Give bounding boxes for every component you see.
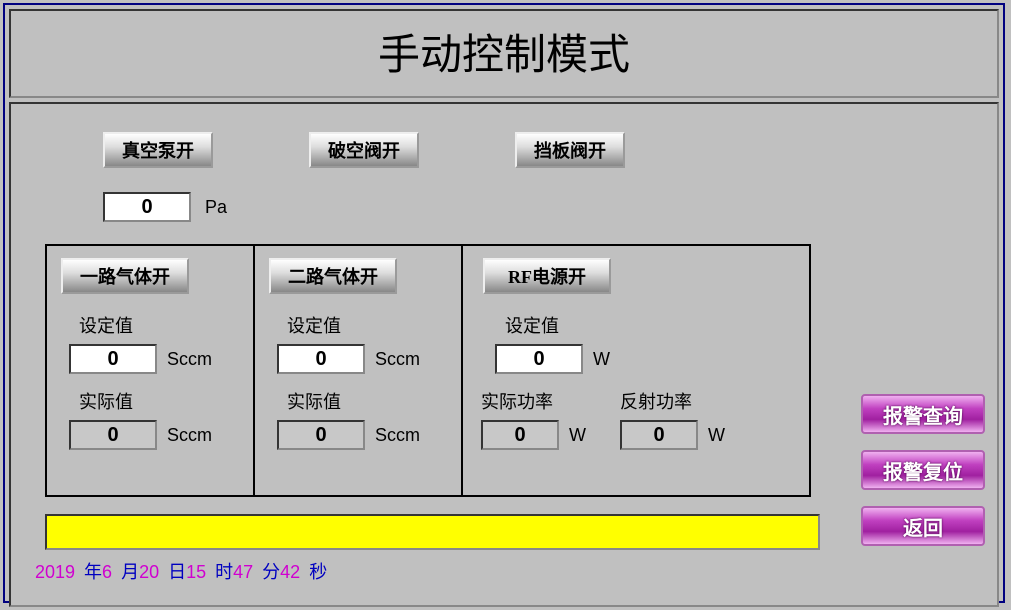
pressure-unit: Pa: [205, 197, 227, 218]
gas2-box: 二路气体开 设定值 0 Sccm 实际值 0 Sccm: [253, 244, 461, 497]
alarm-reset-button[interactable]: 报警复位: [861, 450, 985, 490]
control-boxes: 一路气体开 设定值 0 Sccm 实际值 0 Sccm 二路气体开 设定值 0 …: [45, 244, 811, 497]
gas1-act-label: 实际值: [79, 388, 243, 414]
gas1-act-value: 0: [69, 420, 157, 450]
gas1-button[interactable]: 一路气体开: [61, 258, 189, 294]
ts-min: 47: [233, 562, 253, 582]
rf-set-unit: W: [593, 349, 610, 370]
ts-hour-lbl: 时: [215, 562, 233, 582]
rf-button[interactable]: RF电源开: [483, 258, 611, 294]
break-valve-button[interactable]: 破空阀开: [309, 132, 419, 168]
gas1-act-unit: Sccm: [167, 425, 212, 446]
gas1-set-unit: Sccm: [167, 349, 212, 370]
ts-hour: 15: [186, 562, 206, 582]
rf-act-unit: W: [569, 425, 586, 446]
gas2-set-unit: Sccm: [375, 349, 420, 370]
ts-month-lbl: 月: [121, 562, 139, 582]
ts-sec-lbl: 秒: [309, 562, 327, 582]
status-bar: [45, 514, 820, 550]
baffle-valve-button[interactable]: 挡板阀开: [515, 132, 625, 168]
pressure-row: 0 Pa: [103, 192, 227, 222]
main-window: 手动控制模式 真空泵开 破空阀开 挡板阀开 0 Pa 一路气体开 设定值 0 S…: [3, 3, 1005, 603]
rf-act-label: 实际功率: [481, 388, 586, 414]
title-panel: 手动控制模式: [9, 9, 999, 98]
ts-sec: 42: [280, 562, 300, 582]
timestamp: 2019 年6 月20 日15 时47 分42 秒: [35, 558, 327, 584]
gas1-box: 一路气体开 设定值 0 Sccm 实际值 0 Sccm: [45, 244, 253, 497]
vacuum-pump-button[interactable]: 真空泵开: [103, 132, 213, 168]
ts-min-lbl: 分: [262, 562, 280, 582]
gas2-act-value: 0: [277, 420, 365, 450]
back-button[interactable]: 返回: [861, 506, 985, 546]
gas2-act-label: 实际值: [287, 388, 451, 414]
alarm-query-button[interactable]: 报警查询: [861, 394, 985, 434]
body-panel: 真空泵开 破空阀开 挡板阀开 0 Pa 一路气体开 设定值 0 Sccm 实际值…: [9, 102, 999, 607]
rf-box: RF电源开 设定值 0 W 实际功率 0 W 反射功率: [461, 244, 811, 497]
pressure-value: 0: [103, 192, 191, 222]
ts-year-lbl: 年: [84, 562, 102, 582]
rf-set-value[interactable]: 0: [495, 344, 583, 374]
ts-year: 2019: [35, 562, 75, 582]
gas1-set-label: 设定值: [79, 312, 243, 338]
gas2-act-unit: Sccm: [375, 425, 420, 446]
rf-ref-value: 0: [620, 420, 698, 450]
ts-day-lbl: 日: [168, 562, 186, 582]
page-title: 手动控制模式: [11, 21, 997, 82]
top-button-row: 真空泵开 破空阀开 挡板阀开: [103, 132, 625, 168]
side-button-column: 报警查询 报警复位 返回: [861, 394, 985, 546]
rf-set-label: 设定值: [505, 312, 799, 338]
gas2-button[interactable]: 二路气体开: [269, 258, 397, 294]
gas1-set-value[interactable]: 0: [69, 344, 157, 374]
rf-act-value: 0: [481, 420, 559, 450]
ts-day: 20: [139, 562, 159, 582]
ts-month: 6: [102, 562, 112, 582]
gas2-set-value[interactable]: 0: [277, 344, 365, 374]
gas2-set-label: 设定值: [287, 312, 451, 338]
rf-ref-unit: W: [708, 425, 725, 446]
rf-ref-label: 反射功率: [620, 388, 725, 414]
